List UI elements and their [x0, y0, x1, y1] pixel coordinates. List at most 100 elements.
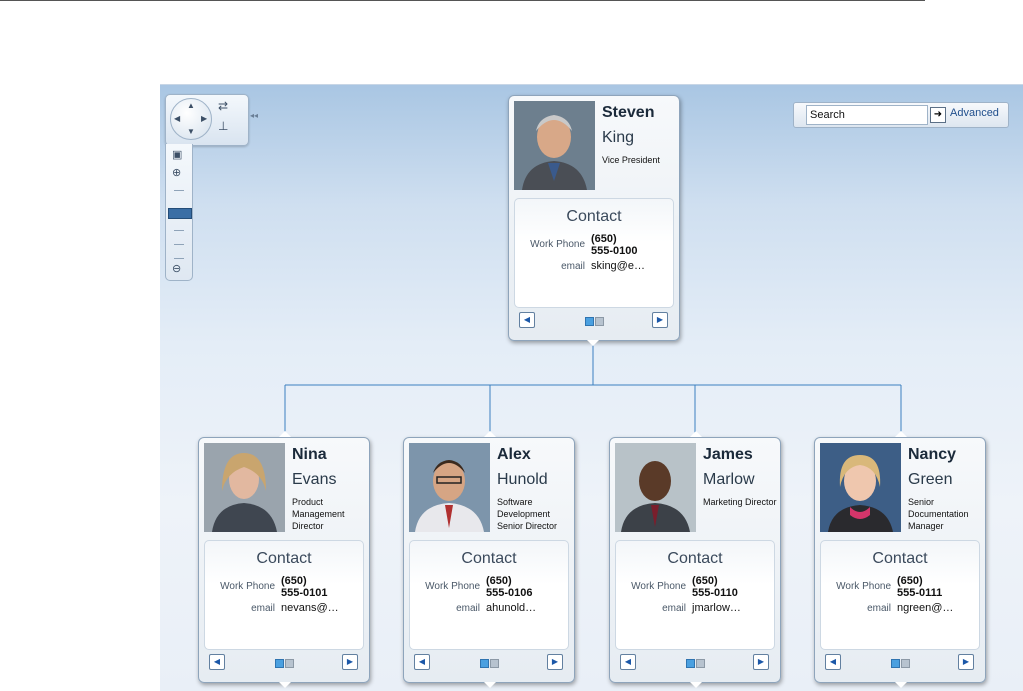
phone-label: Work Phone — [530, 239, 585, 250]
zoom-fit-icon[interactable]: ▣ — [172, 150, 182, 161]
expand-notch[interactable] — [587, 340, 599, 346]
person-photo — [204, 443, 285, 532]
next-page-icon[interactable]: ▶ — [958, 654, 974, 670]
next-page-icon[interactable]: ▶ — [342, 654, 358, 670]
org-node-card[interactable]: Steven King Vice President Contact Work … — [508, 95, 680, 341]
contact-heading: Contact — [667, 550, 723, 567]
search-panel: ➜ Advanced — [793, 102, 1009, 128]
expand-notch[interactable] — [895, 682, 907, 688]
email-value[interactable]: nevans@… — [281, 602, 339, 614]
arrow-down-icon[interactable]: ▼ — [187, 128, 195, 136]
email-label: email — [662, 603, 686, 614]
hierarchy-icon[interactable]: ⊥ — [218, 119, 228, 133]
zoom-slider[interactable]: ▣ ⊕ ⊖ — [165, 144, 193, 281]
phone-value: (650) 555-0101 — [281, 575, 328, 599]
prev-page-icon[interactable]: ◀ — [620, 654, 636, 670]
next-page-icon[interactable]: ▶ — [753, 654, 769, 670]
expand-notch[interactable] — [690, 682, 702, 688]
arrow-up-icon[interactable]: ▲ — [187, 102, 195, 110]
prev-page-icon[interactable]: ◀ — [825, 654, 841, 670]
zoom-tick — [174, 190, 184, 191]
person-first-name: Steven — [602, 104, 655, 121]
page-dot-active[interactable] — [585, 317, 594, 326]
contact-heading: Contact — [461, 550, 517, 567]
person-photo — [514, 101, 595, 190]
phone-value: (650) 555-0110 — [692, 575, 738, 599]
phone-label: Work Phone — [631, 581, 686, 592]
person-photo — [615, 443, 696, 532]
org-node-card[interactable]: James Marlow Marketing Director Contact … — [609, 437, 781, 683]
org-node-card[interactable]: Nina Evans Product Management Director C… — [198, 437, 370, 683]
person-first-name: Nina — [292, 446, 327, 463]
person-photo — [409, 443, 490, 532]
person-title: Software Development Senior Director — [497, 497, 558, 531]
zoom-in-icon[interactable]: ⊕ — [172, 168, 181, 179]
zoom-tick — [174, 230, 184, 231]
navigation-control: ▲ ▼ ◀ ▶ ⇄ ⊥ ◂◂ — [165, 94, 258, 146]
person-first-name: Alex — [497, 446, 531, 463]
org-chart-canvas[interactable]: ▲ ▼ ◀ ▶ ⇄ ⊥ ◂◂ ▣ ⊕ ⊖ ➜ Advanced Steven K… — [160, 84, 1023, 691]
page-dot-active[interactable] — [275, 659, 284, 668]
email-value[interactable]: jmarlow… — [692, 602, 741, 614]
org-node-card[interactable]: Alex Hunold Software Development Senior … — [403, 437, 575, 683]
parent-connector-notch — [690, 431, 702, 437]
email-label: email — [867, 603, 891, 614]
next-page-icon[interactable]: ▶ — [547, 654, 563, 670]
person-photo — [820, 443, 901, 532]
email-value[interactable]: sking@e… — [591, 260, 645, 272]
contact-panel: Contact Work Phone (650) 555-0106 email … — [409, 540, 569, 650]
page-dot[interactable] — [490, 659, 499, 668]
parent-connector-notch — [484, 431, 496, 437]
zoom-tick — [174, 244, 184, 245]
top-rule — [0, 0, 925, 1]
search-input[interactable] — [806, 105, 928, 125]
next-page-icon[interactable]: ▶ — [652, 312, 668, 328]
contact-heading: Contact — [256, 550, 312, 567]
phone-value: (650) 555-0106 — [486, 575, 533, 599]
person-title: Vice President — [602, 155, 660, 165]
contact-panel: Contact Work Phone (650) 555-0111 email … — [820, 540, 980, 650]
person-first-name: Nancy — [908, 446, 957, 463]
page-dot-active[interactable] — [480, 659, 489, 668]
person-title: Senior Documentation Manager — [908, 497, 969, 531]
pan-control[interactable]: ▲ ▼ ◀ ▶ — [170, 98, 212, 140]
contact-heading: Contact — [566, 208, 622, 225]
person-last-name: Marlow — [703, 471, 755, 488]
zoom-thumb[interactable] — [168, 208, 192, 219]
expand-notch[interactable] — [484, 682, 496, 688]
contact-panel: Contact Work Phone (650) 555-0110 email … — [615, 540, 775, 650]
layout-switch-icon[interactable]: ⇄ — [218, 99, 228, 113]
phone-label: Work Phone — [220, 581, 275, 592]
arrow-left-icon[interactable]: ◀ — [174, 115, 180, 123]
phone-value: (650) 555-0111 — [897, 575, 943, 599]
email-value[interactable]: ngreen@… — [897, 602, 953, 614]
email-label: email — [251, 603, 275, 614]
page-dot-active[interactable] — [686, 659, 695, 668]
expand-notch[interactable] — [279, 682, 291, 688]
phone-label: Work Phone — [836, 581, 891, 592]
page-dot[interactable] — [595, 317, 604, 326]
prev-page-icon[interactable]: ◀ — [414, 654, 430, 670]
contact-panel: Contact Work Phone (650) 555-0100 email … — [514, 198, 674, 308]
parent-connector-notch — [895, 431, 907, 437]
prev-page-icon[interactable]: ◀ — [209, 654, 225, 670]
zoom-out-icon[interactable]: ⊖ — [172, 264, 181, 275]
person-first-name: James — [703, 446, 753, 463]
advanced-search-link[interactable]: Advanced — [950, 107, 999, 119]
collapse-icon[interactable]: ◂◂ — [250, 111, 258, 120]
org-node-card[interactable]: Nancy Green Senior Documentation Manager… — [814, 437, 986, 683]
contact-heading: Contact — [872, 550, 928, 567]
page-dot[interactable] — [901, 659, 910, 668]
person-last-name: King — [602, 129, 635, 146]
page-dot-active[interactable] — [891, 659, 900, 668]
person-last-name: Green — [908, 471, 953, 488]
zoom-tick — [174, 258, 184, 259]
arrow-right-icon[interactable]: ▶ — [201, 115, 207, 123]
person-last-name: Hunold — [497, 471, 548, 488]
email-value[interactable]: ahunold… — [486, 602, 536, 614]
page-dot[interactable] — [285, 659, 294, 668]
phone-label: Work Phone — [425, 581, 480, 592]
search-go-icon[interactable]: ➜ — [930, 107, 946, 123]
prev-page-icon[interactable]: ◀ — [519, 312, 535, 328]
page-dot[interactable] — [696, 659, 705, 668]
